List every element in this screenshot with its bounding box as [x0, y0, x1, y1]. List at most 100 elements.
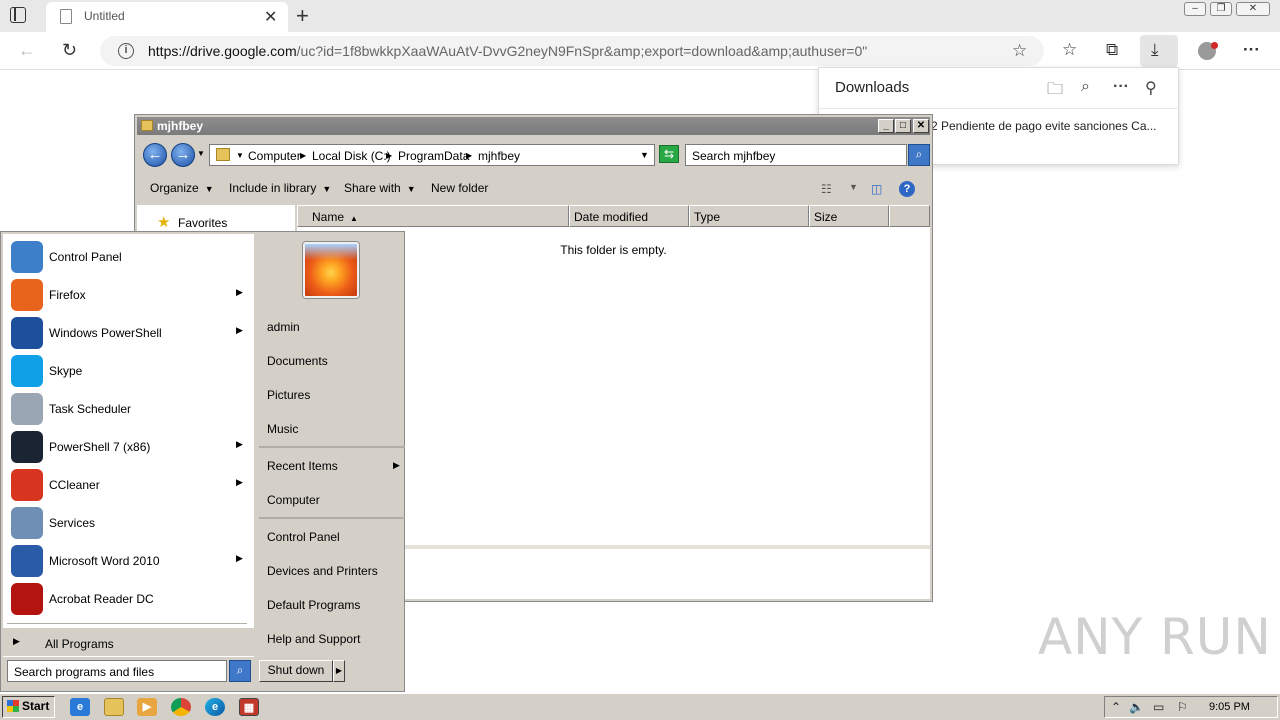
minimize-icon[interactable]: _ — [878, 119, 894, 133]
breadcrumb-local-disk[interactable]: Local Disk (C:) — [312, 149, 391, 163]
breadcrumb-computer[interactable]: Computer — [248, 149, 301, 163]
program-item[interactable]: Control Panel — [3, 238, 254, 276]
program-label: Windows PowerShell — [49, 326, 162, 340]
new-folder-button[interactable]: New folder — [431, 181, 488, 195]
edge-icon[interactable]: e — [205, 698, 225, 716]
explorer-title-bar[interactable]: mjhfbey _ □ ✕ — [137, 117, 930, 135]
include-in-library-button[interactable]: Include in library ▼ — [229, 181, 331, 195]
close-window-icon[interactable]: ✕ — [1236, 2, 1270, 16]
back-arrow-icon[interactable]: ← — [18, 40, 36, 61]
search-input[interactable]: Search mjhfbey — [685, 144, 907, 166]
more-options-icon[interactable]: ··· — [1113, 78, 1129, 96]
program-item[interactable]: CCleaner ▶ — [3, 466, 254, 504]
browser-tab[interactable]: Untitled ✕ — [46, 2, 288, 32]
maximize-icon[interactable]: □ — [895, 119, 911, 133]
program-item[interactable]: Acrobat Reader DC — [3, 580, 254, 618]
documents-link[interactable]: Documents — [267, 354, 328, 368]
program-item[interactable]: Microsoft Word 2010 ▶ — [3, 542, 254, 580]
favorites-item[interactable]: Favorites — [178, 216, 227, 230]
add-favorite-icon[interactable]: ☆ — [1012, 41, 1027, 61]
new-tab-icon[interactable]: + — [296, 3, 309, 29]
minimize-icon[interactable]: – — [1184, 2, 1206, 16]
close-icon[interactable]: ✕ — [913, 119, 929, 133]
volume-icon[interactable]: 🔈 — [1129, 700, 1144, 714]
all-programs-button[interactable]: ▶ All Programs — [3, 628, 254, 656]
open-folder-icon[interactable]: 🗀 — [1047, 78, 1063, 105]
chevron-right-icon[interactable]: ▶ — [300, 151, 306, 160]
view-options-icon[interactable]: ☷ — [821, 182, 832, 196]
chevron-right-icon[interactable]: ▶ — [386, 151, 392, 160]
program-item[interactable]: Services — [3, 504, 254, 542]
search-icon[interactable]: ⌕ — [908, 144, 930, 166]
app-icon[interactable]: ▦ — [239, 698, 259, 716]
search-icon[interactable]: ⌕ — [1081, 78, 1090, 96]
favorites-icon[interactable]: ☆ — [1062, 40, 1077, 60]
action-center-flag-icon[interactable]: ⚐ — [1177, 700, 1188, 714]
pictures-link[interactable]: Pictures — [267, 388, 310, 402]
search-programs-input[interactable]: Search programs and files — [7, 660, 227, 682]
chrome-icon[interactable] — [171, 698, 191, 716]
tab-actions-icon[interactable] — [10, 7, 26, 23]
collections-icon[interactable]: ⧉ — [1106, 40, 1118, 60]
user-picture[interactable] — [303, 242, 359, 298]
share-with-button[interactable]: Share with ▼ — [344, 181, 416, 195]
recent-pages-icon[interactable]: ▼ — [197, 149, 205, 158]
chevron-right-icon[interactable]: ▶ — [466, 151, 472, 160]
program-item[interactable]: Task Scheduler — [3, 390, 254, 428]
computer-link[interactable]: Computer — [267, 493, 320, 507]
default-programs-link[interactable]: Default Programs — [267, 598, 360, 612]
more-options-icon[interactable]: ··· — [1243, 40, 1260, 60]
user-name-link[interactable]: admin — [267, 320, 300, 334]
address-bar[interactable]: i https://drive.google.com/uc?id=1f8bwkk… — [100, 36, 1044, 66]
help-support-link[interactable]: Help and Support — [267, 632, 360, 646]
breadcrumb-mjhfbey[interactable]: mjhfbey — [478, 149, 520, 163]
download-item[interactable]: 2 Pendiente de pago evite sanciones Ca..… — [931, 119, 1157, 133]
chevron-right-icon: ▶ — [236, 439, 243, 449]
pin-icon[interactable]: ⚲ — [1145, 78, 1157, 98]
shutdown-button[interactable]: Shut down — [259, 660, 333, 682]
shutdown-options-icon[interactable]: ▶ — [333, 660, 345, 682]
clock[interactable]: 9:05 PM — [1209, 701, 1250, 713]
recent-items-link[interactable]: Recent Items ▶ — [267, 459, 403, 473]
organize-button[interactable]: Organize ▼ — [150, 181, 214, 195]
skype-icon — [11, 355, 43, 387]
program-item[interactable]: Windows PowerShell ▶ — [3, 314, 254, 352]
back-arrow-icon[interactable]: ← — [143, 143, 167, 167]
address-bar-row: ← ↻ i https://drive.google.com/uc?id=1f8… — [0, 32, 1280, 70]
refresh-icon[interactable]: ⇆ — [659, 145, 679, 163]
column-name[interactable]: Name ▲ — [297, 205, 569, 227]
info-icon[interactable]: i — [118, 43, 134, 59]
devices-printers-link[interactable]: Devices and Printers — [267, 564, 378, 578]
music-link[interactable]: Music — [267, 422, 298, 436]
preview-pane-icon[interactable]: ◫ — [871, 182, 882, 196]
control-panel-link[interactable]: Control Panel — [267, 530, 340, 544]
start-button[interactable]: Start — [2, 696, 55, 718]
program-item[interactable]: Firefox ▶ — [3, 276, 254, 314]
chevron-down-icon[interactable]: ▼ — [849, 182, 858, 192]
program-item[interactable]: Skype — [3, 352, 254, 390]
show-hidden-icons-icon[interactable]: ⌃ — [1111, 700, 1121, 714]
downloads-button[interactable] — [1140, 35, 1178, 67]
internet-explorer-icon[interactable]: e — [70, 698, 90, 716]
chevron-down-icon[interactable]: ▼ — [640, 150, 649, 160]
program-item[interactable]: PowerShell 7 (x86) ▶ — [3, 428, 254, 466]
download-icon[interactable]: ⤓ — [1151, 40, 1159, 60]
breadcrumb-programdata[interactable]: ProgramData — [398, 149, 469, 163]
acrobat-icon — [11, 583, 43, 615]
breadcrumb[interactable]: ▼ Computer ▶ Local Disk (C:) ▶ ProgramDa… — [209, 144, 655, 166]
chevron-right-icon: ▶ — [13, 636, 20, 646]
media-player-icon[interactable]: ▶ — [137, 698, 157, 716]
forward-arrow-icon[interactable]: → — [171, 143, 195, 167]
program-label: CCleaner — [49, 478, 100, 492]
column-date-modified[interactable]: Date modified — [569, 205, 689, 227]
explorer-icon[interactable] — [104, 698, 124, 716]
url-text[interactable]: https://drive.google.com/uc?id=1f8bwkkpX… — [148, 43, 867, 59]
help-icon[interactable]: ? — [899, 181, 915, 197]
search-icon[interactable]: ⌕ — [229, 660, 251, 682]
column-type[interactable]: Type — [689, 205, 809, 227]
restore-icon[interactable]: ❐ — [1210, 2, 1232, 16]
refresh-icon[interactable]: ↻ — [62, 40, 77, 61]
close-tab-icon[interactable]: ✕ — [264, 7, 277, 27]
network-icon[interactable]: ▭ — [1153, 700, 1164, 714]
column-size[interactable]: Size — [809, 205, 889, 227]
